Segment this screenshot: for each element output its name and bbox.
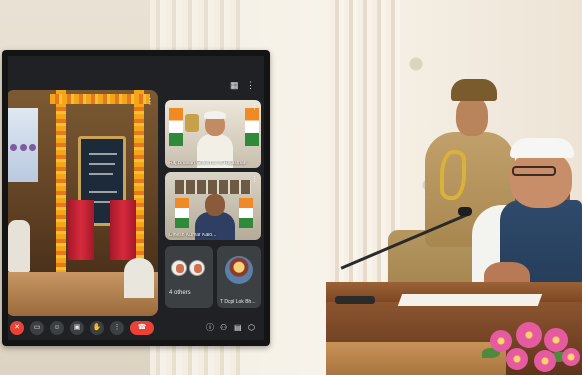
officer-head bbox=[456, 96, 488, 136]
more-vert-icon[interactable]: ⋮ bbox=[246, 81, 255, 90]
avatar bbox=[189, 260, 205, 276]
banner-portrait bbox=[29, 144, 36, 151]
photo-wall bbox=[175, 180, 251, 194]
flower bbox=[544, 328, 568, 352]
flower bbox=[562, 348, 580, 366]
flower-bouquet bbox=[478, 318, 582, 375]
red-curtain bbox=[68, 200, 94, 260]
chair bbox=[8, 220, 30, 272]
call-controls: ✕ ▭ ☺ ▣ ✋ ⋮ ☎ ⓘ ⚇ ▤ ⬡ bbox=[8, 318, 264, 340]
red-curtain bbox=[110, 200, 136, 260]
participant-tile-governor[interactable]: ⋮ Raj Bhavan Governor of Rajasthan bbox=[165, 100, 261, 168]
marigold-garland-top bbox=[50, 94, 150, 104]
info-icon[interactable]: ⓘ bbox=[206, 322, 214, 334]
minister-cap bbox=[510, 138, 574, 158]
papers bbox=[397, 294, 543, 306]
video-call-screen: ▦ ⋮ ⋮ ⋮ Raj Bhavan Governor of Rajasthan… bbox=[8, 56, 264, 340]
more-vert-icon[interactable]: ⋮ bbox=[146, 97, 154, 106]
others-tile[interactable]: 4 others bbox=[165, 246, 213, 308]
person bbox=[124, 258, 154, 298]
flag bbox=[245, 108, 259, 146]
mic-off-icon[interactable]: ✕ bbox=[10, 321, 24, 335]
minister-glasses bbox=[512, 166, 556, 176]
microphone-icon bbox=[458, 207, 472, 216]
flower bbox=[490, 330, 512, 352]
flower bbox=[506, 348, 528, 370]
emblem bbox=[185, 114, 199, 132]
flag bbox=[239, 198, 253, 228]
banner-portrait bbox=[10, 144, 17, 151]
plaque-text-line bbox=[89, 173, 113, 175]
more-icon[interactable]: ⋮ bbox=[110, 321, 124, 335]
more-vert-icon[interactable]: ⋮ bbox=[251, 175, 258, 183]
flag bbox=[175, 198, 189, 228]
participant-name: T Dcpl Lok Bh... bbox=[220, 299, 256, 305]
emoji-icon[interactable]: ☺ bbox=[50, 321, 64, 335]
hangup-icon[interactable]: ☎ bbox=[130, 321, 154, 335]
plaque-text-line bbox=[89, 191, 117, 193]
participant-name: Dinesh Kumar Kalo... bbox=[169, 232, 217, 238]
microphone-base bbox=[335, 296, 375, 304]
minister-head bbox=[510, 150, 572, 208]
event-banner bbox=[8, 108, 38, 182]
people-icon[interactable]: ⚇ bbox=[220, 322, 227, 334]
plaque-text-line bbox=[89, 153, 117, 155]
tv-monitor: ▦ ⋮ ⋮ ⋮ Raj Bhavan Governor of Rajasthan… bbox=[2, 50, 270, 346]
present-icon[interactable]: ▣ bbox=[70, 321, 84, 335]
raise-hand-icon[interactable]: ✋ bbox=[90, 321, 104, 335]
participant-hair bbox=[204, 111, 226, 119]
avatar bbox=[225, 256, 253, 284]
flower bbox=[516, 322, 542, 348]
layout-icon[interactable]: ▦ bbox=[230, 81, 239, 90]
avatar-face bbox=[194, 264, 202, 273]
participant-name: Raj Bhavan Governor of Rajasthan bbox=[169, 160, 247, 166]
avatar-face bbox=[176, 264, 184, 273]
more-vert-icon[interactable]: ⋮ bbox=[251, 103, 258, 111]
participant-tile-dcpl[interactable]: T Dcpl Lok Bh... bbox=[217, 246, 261, 308]
banner-portrait bbox=[20, 144, 27, 151]
chat-icon[interactable]: ▤ bbox=[234, 322, 242, 334]
flag bbox=[169, 108, 183, 146]
plaque-text-line bbox=[89, 163, 115, 165]
avatar bbox=[171, 260, 187, 276]
captions-icon[interactable]: ▭ bbox=[30, 321, 44, 335]
officer-cap bbox=[451, 79, 497, 101]
flower bbox=[534, 350, 556, 372]
main-speaker-tile[interactable]: ⋮ bbox=[8, 90, 158, 316]
officer-aiguillette bbox=[440, 150, 466, 200]
activities-icon[interactable]: ⬡ bbox=[248, 322, 255, 334]
participant-tile-speaker[interactable]: ⋮ Dinesh Kumar Kalo... bbox=[165, 172, 261, 240]
participant-head bbox=[205, 194, 225, 216]
others-count: 4 others bbox=[169, 290, 191, 296]
